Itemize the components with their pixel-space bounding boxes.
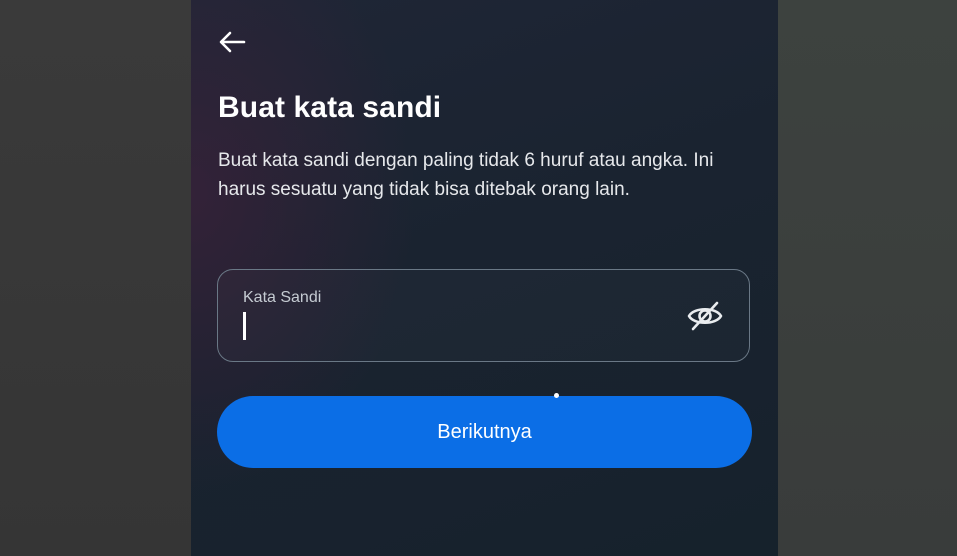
- background-left-panel: [0, 0, 191, 556]
- password-field-label: Kata Sandi: [243, 289, 322, 306]
- background-right-panel: [778, 0, 957, 556]
- touch-indicator-dot: [554, 393, 559, 398]
- text-cursor: [243, 312, 246, 340]
- password-field[interactable]: Kata Sandi: [217, 269, 750, 362]
- arrow-left-icon: [219, 31, 246, 53]
- page-description: Buat kata sandi dengan paling tidak 6 hu…: [218, 150, 714, 200]
- page-title: Buat kata sandi: [218, 91, 442, 124]
- next-button[interactable]: Berikutnya: [217, 396, 752, 468]
- create-password-screen: Buat kata sandi Buat kata sandi dengan p…: [191, 0, 778, 556]
- toggle-password-visibility-button[interactable]: [685, 298, 725, 334]
- back-button[interactable]: [215, 26, 249, 58]
- eye-slash-icon: [687, 301, 723, 331]
